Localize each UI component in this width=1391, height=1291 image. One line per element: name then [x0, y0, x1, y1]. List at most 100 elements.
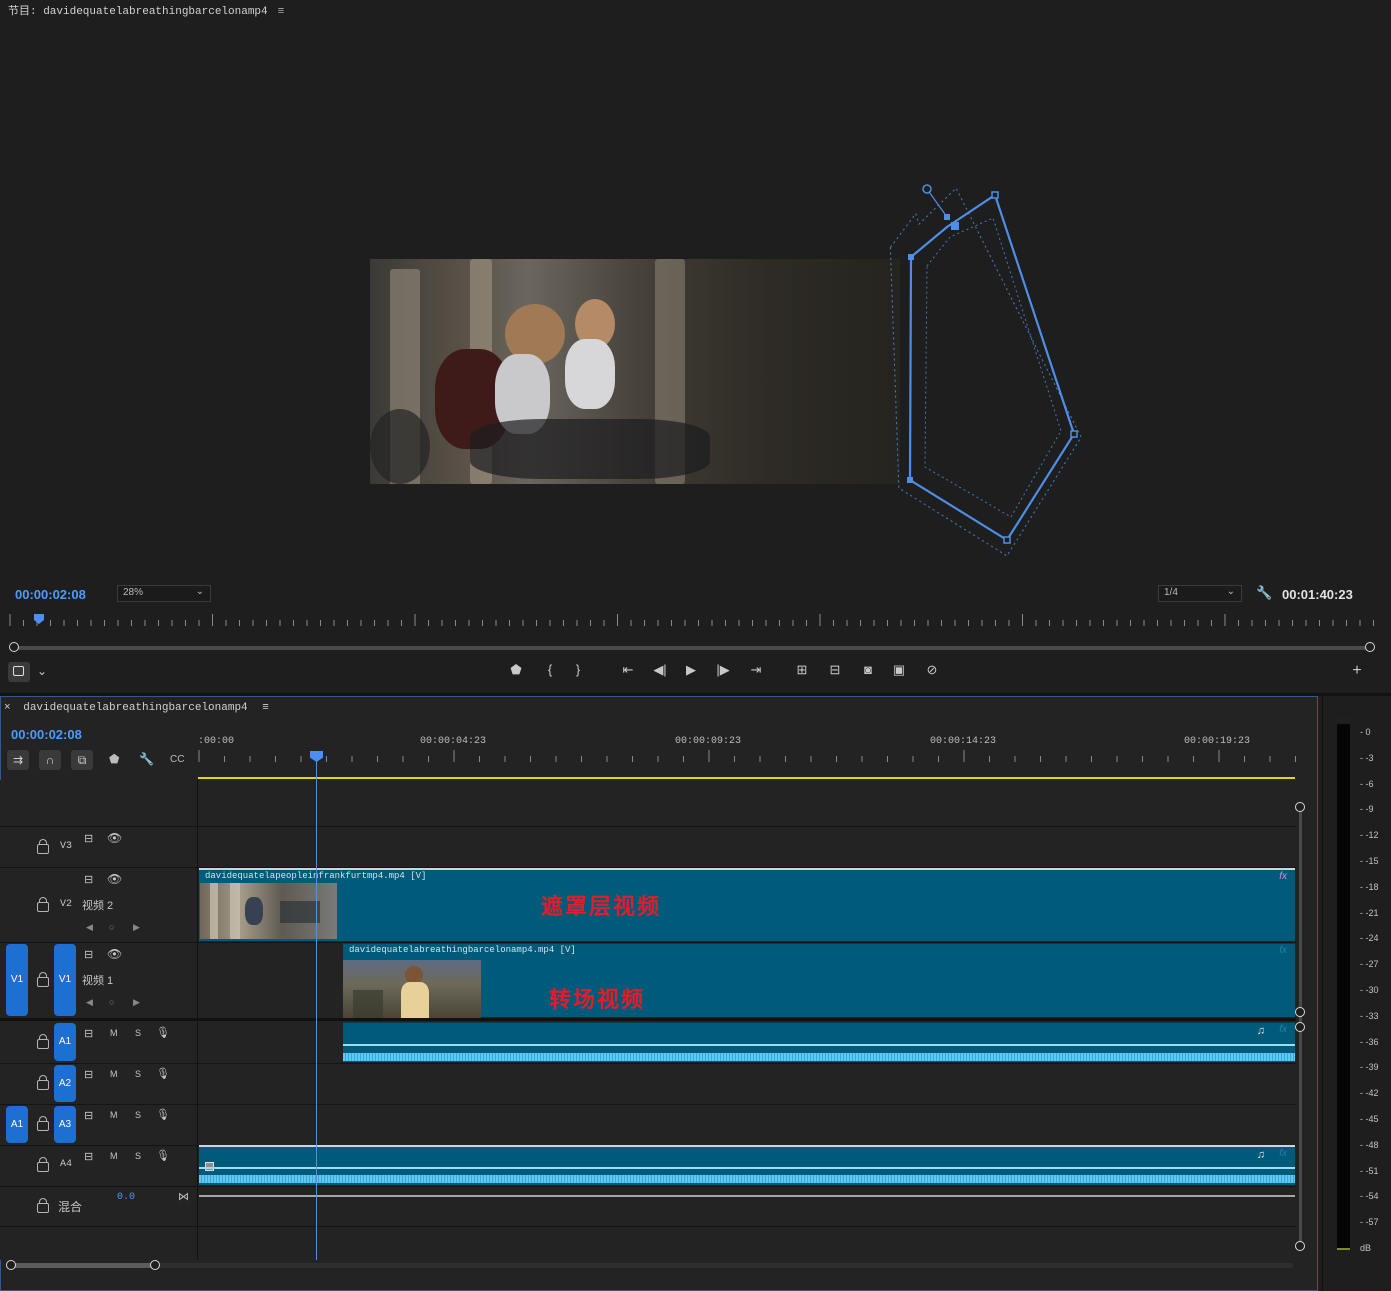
track-target-a3[interactable]: A3 — [54, 1106, 76, 1143]
microphone-icon[interactable]: 🎙 — [156, 1026, 170, 1039]
scroll-handle-bottom[interactable] — [1295, 1241, 1305, 1251]
eye-icon[interactable]: 👁 — [107, 947, 122, 961]
snap-magnet-icon[interactable]: ∩ — [39, 750, 61, 770]
track-target-v1[interactable]: V1 — [54, 944, 76, 1016]
panel-menu-icon[interactable]: ≡ — [262, 702, 269, 714]
track-name-v2[interactable]: 视频 2 — [82, 897, 113, 913]
clip-indicator[interactable] — [1337, 718, 1350, 722]
work-area-bar[interactable] — [198, 777, 1295, 779]
sync-lock-icon[interactable]: ⊟ — [84, 1150, 93, 1163]
timeline-playhead-line[interactable] — [316, 760, 317, 1260]
microphone-icon[interactable]: 🎙 — [156, 1149, 170, 1162]
track-target-a1[interactable]: A1 — [54, 1023, 76, 1061]
go-to-out-icon[interactable]: ⇥ — [746, 662, 766, 678]
sync-lock-icon[interactable]: ⊟ — [84, 873, 93, 886]
mark-in-icon[interactable]: { — [540, 662, 560, 677]
track-label-v3[interactable]: V3 — [60, 841, 72, 852]
program-current-timecode[interactable]: 00:00:02:08 — [15, 587, 86, 602]
add-keyframe-icon[interactable]: ○ — [109, 922, 114, 932]
linked-selection-icon[interactable]: ⧉ — [71, 750, 93, 770]
export-frame-icon[interactable]: ◙ — [858, 662, 878, 677]
scroll-handle[interactable] — [1295, 1007, 1305, 1017]
prev-keyframe-icon[interactable]: ◀ — [86, 922, 93, 933]
program-time-ruler[interactable] — [8, 612, 1380, 628]
add-button-icon[interactable]: + — [1347, 662, 1367, 680]
mask-path-overlay[interactable] — [880, 175, 1110, 570]
scrollbar-right-handle[interactable] — [1365, 642, 1375, 652]
step-forward-icon[interactable]: |▶ — [713, 662, 733, 678]
timeline-scroll-thumb[interactable] — [6, 1260, 160, 1270]
eye-icon[interactable]: 👁 — [107, 872, 122, 886]
video-preview[interactable] — [370, 259, 900, 484]
scroll-handle-left[interactable] — [6, 1260, 16, 1270]
timeline-current-timecode[interactable]: 00:00:02:08 — [11, 727, 82, 742]
mix-volume-value[interactable]: 0.0 — [117, 1192, 135, 1203]
timeline-vertical-scrollbar[interactable] — [1295, 802, 1305, 1251]
audio-clip-a1[interactable]: fx ♫ — [343, 1022, 1295, 1062]
extract-icon[interactable]: ⊟ — [825, 662, 845, 678]
mix-volume-line[interactable] — [199, 1195, 1295, 1197]
lift-icon[interactable]: ⊞ — [792, 662, 812, 678]
lock-icon[interactable] — [37, 1034, 49, 1049]
mute-button[interactable]: M — [110, 1028, 118, 1038]
scroll-handle[interactable] — [1295, 1022, 1305, 1032]
track-target-a2[interactable]: A2 — [54, 1065, 76, 1102]
playback-resolution-dropdown[interactable]: 1/4 ⌄ — [1158, 585, 1242, 602]
solo-button[interactable]: S — [135, 1069, 141, 1079]
source-patch-v1[interactable]: V1 — [6, 944, 28, 1016]
track-label-a4[interactable]: A4 — [60, 1159, 72, 1170]
clip-v2[interactable]: davidequatelapeopleinfrankfurtmp4.mp4 [V… — [199, 868, 1295, 941]
track-label-v2[interactable]: V2 — [60, 899, 72, 910]
add-marker-icon[interactable]: ⬟ — [109, 752, 119, 766]
lock-icon[interactable] — [37, 1075, 49, 1090]
volume-rubberband[interactable] — [199, 1167, 1295, 1169]
zoom-level-dropdown[interactable]: 28% ⌄ — [117, 585, 211, 602]
vr-video-icon[interactable]: ⊘ — [922, 662, 942, 678]
eye-icon[interactable]: 👁 — [107, 831, 122, 845]
fx-badge[interactable]: fx — [1279, 871, 1287, 882]
track-name-v1[interactable]: 视频 1 — [82, 972, 113, 988]
mute-button[interactable]: M — [110, 1110, 118, 1120]
source-patch-a1[interactable]: A1 — [6, 1106, 28, 1143]
sync-lock-icon[interactable]: ⊟ — [84, 832, 93, 845]
prev-keyframe-icon[interactable]: ◀ — [86, 997, 93, 1008]
wrench-settings-icon[interactable]: 🔧 — [1256, 585, 1272, 601]
add-marker-icon[interactable]: ⬟ — [506, 662, 526, 678]
clip-v1[interactable]: davidequatelabreathingbarcelonamp4.mp4 [… — [343, 943, 1295, 1018]
wrench-settings-icon[interactable]: 🔧 — [139, 752, 154, 766]
fx-badge[interactable]: fx — [1279, 1024, 1287, 1035]
solo-button[interactable]: S — [135, 1110, 141, 1120]
panel-menu-icon[interactable]: ≡ — [278, 6, 285, 18]
lock-icon[interactable] — [37, 897, 49, 912]
lock-icon[interactable] — [37, 1116, 49, 1131]
lock-icon[interactable] — [37, 839, 49, 854]
program-zoom-scrollbar[interactable] — [9, 642, 1375, 652]
solo-button[interactable]: S — [135, 1028, 141, 1038]
sync-lock-icon[interactable]: ⊟ — [84, 1068, 93, 1081]
scroll-handle-right[interactable] — [150, 1260, 160, 1270]
audio-clip-a4[interactable]: fx ♫ — [199, 1145, 1295, 1185]
fx-badge[interactable]: fx — [1279, 945, 1287, 956]
timeline-sequence-tab[interactable]: × davidequatelabreathingbarcelonamp4 ≡ — [4, 702, 269, 714]
comparison-view-icon[interactable]: ▣ — [889, 662, 909, 678]
lock-icon[interactable] — [37, 1157, 49, 1172]
scrollbar-left-handle[interactable] — [9, 642, 19, 652]
volume-rubberband[interactable] — [343, 1044, 1295, 1046]
mark-out-icon[interactable]: } — [568, 662, 588, 677]
timeline-time-ruler[interactable]: :00:00 00:00:04:23 00:00:09:23 00:00:14:… — [198, 734, 1296, 766]
mute-button[interactable]: M — [110, 1151, 118, 1161]
microphone-icon[interactable]: 🎙 — [156, 1108, 170, 1121]
sync-lock-icon[interactable]: ⊟ — [84, 948, 93, 961]
fx-badge[interactable]: fx — [1279, 1148, 1287, 1159]
add-keyframe-icon[interactable]: ○ — [109, 997, 114, 1007]
program-monitor-title[interactable]: 节目: davidequatelabreathingbarcelonamp4 ≡ — [8, 2, 284, 18]
play-icon[interactable]: ▶ — [681, 662, 701, 678]
scroll-handle-top[interactable] — [1295, 802, 1305, 812]
timeline-horizontal-scrollbar[interactable] — [11, 1263, 1293, 1268]
lock-icon[interactable] — [37, 1198, 49, 1213]
mute-button[interactable]: M — [110, 1069, 118, 1079]
step-back-icon[interactable]: ◀| — [650, 662, 670, 678]
next-keyframe-icon[interactable]: ▶ — [133, 922, 140, 933]
lock-icon[interactable] — [37, 972, 49, 987]
nest-sequence-icon[interactable]: ⇉ — [7, 750, 29, 770]
